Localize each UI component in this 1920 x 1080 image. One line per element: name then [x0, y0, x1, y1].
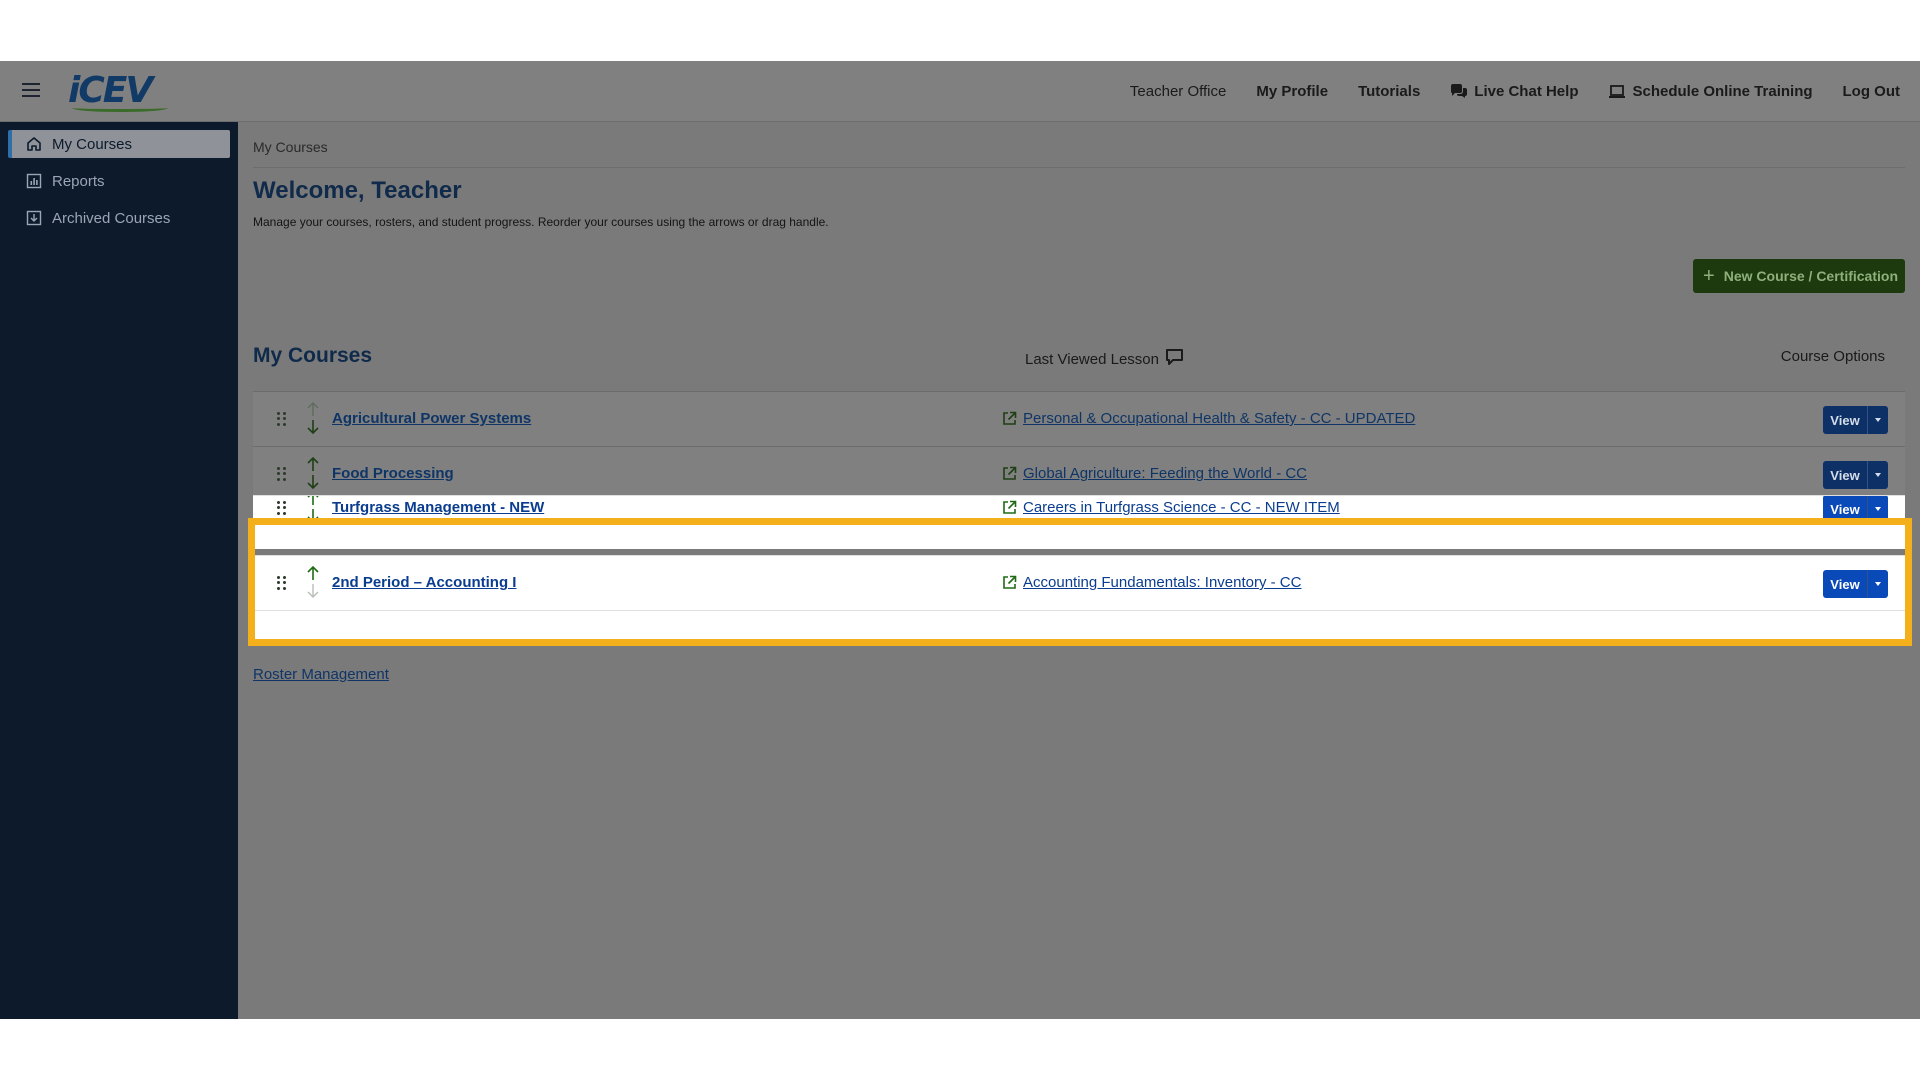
table-row: 2nd Period – Accounting I Accounting Fun… — [253, 555, 1905, 610]
course-options-header: Course Options — [1780, 348, 1885, 365]
nav-label: Live Chat Help — [1474, 83, 1579, 100]
move-up-arrow-icon[interactable] — [306, 401, 320, 417]
nav-label: My Profile — [1256, 83, 1329, 100]
lesson-label: Personal & Occupational Health & Safety … — [1023, 410, 1416, 427]
page-description: Manage your courses, rosters, and studen… — [253, 215, 829, 229]
breadcrumb[interactable]: My Courses — [253, 139, 328, 155]
view-button-group: View — [1823, 461, 1888, 489]
view-button-group: View — [1823, 406, 1888, 434]
sidebar-item-reports[interactable]: Reports — [8, 167, 230, 195]
last-viewed-lesson-header: Last Viewed Lesson — [1025, 348, 1184, 370]
lesson-label: Careers in Turfgrass Science - CC - NEW … — [1023, 499, 1340, 516]
external-link-icon — [1002, 500, 1017, 515]
breadcrumb-divider — [253, 167, 1905, 168]
sidebar-item-my-courses[interactable]: My Courses — [8, 130, 230, 158]
view-button[interactable]: View — [1823, 461, 1867, 489]
app-window: iCEV Teacher Office My Profile Tutorials… — [0, 61, 1920, 1019]
lesson-label: Global Agriculture: Feeding the World - … — [1023, 465, 1308, 482]
new-course-button-label: New Course / Certification — [1723, 268, 1898, 284]
bar-chart-icon — [26, 173, 42, 189]
last-viewed-lesson-link[interactable]: Accounting Fundamentals: Inventory - CC — [1002, 574, 1301, 591]
nav-label: Log Out — [1842, 83, 1900, 100]
row-content: Turfgrass Management - NEW Careers in Tu… — [253, 496, 1905, 536]
external-link-icon — [1002, 411, 1017, 426]
external-link-icon — [1002, 575, 1017, 590]
move-down-arrow-icon[interactable] — [306, 474, 320, 490]
table-footer-row — [253, 610, 1905, 643]
move-up-arrow-icon[interactable] — [306, 496, 320, 506]
page-title: Welcome, Teacher — [253, 177, 462, 204]
sidebar-item-label: Reports — [52, 172, 105, 190]
sidebar-item-label: My Courses — [52, 135, 133, 153]
section-title: My Courses — [253, 344, 373, 367]
reorder-arrows — [306, 496, 320, 526]
table-row: Agricultural Power Systems Personal & Oc… — [253, 391, 1905, 446]
course-name-link[interactable]: Turfgrass Management - NEW — [332, 499, 544, 516]
nav-live-chat-help[interactable]: Live Chat Help — [1450, 83, 1578, 100]
nav-my-profile[interactable]: My Profile — [1256, 83, 1328, 100]
view-button[interactable]: View — [1823, 570, 1867, 598]
nav-teacher-office[interactable]: Teacher Office — [1130, 83, 1226, 100]
nav-log-out[interactable]: Log Out — [1843, 83, 1900, 100]
nav-label: Tutorials — [1358, 83, 1421, 100]
roster-management-link[interactable]: Roster Management — [253, 666, 389, 683]
course-name-link[interactable]: Agricultural Power Systems — [332, 410, 531, 427]
laptop-icon — [1608, 84, 1626, 99]
comment-icon — [1159, 348, 1184, 370]
reorder-arrows — [306, 456, 320, 492]
caret-down-icon — [1875, 582, 1881, 586]
sidebar: My Courses Reports Archived Courses — [0, 122, 238, 1019]
drag-handle-icon[interactable] — [277, 467, 287, 481]
lesson-label: Accounting Fundamentals: Inventory - CC — [1023, 574, 1302, 591]
archive-icon — [26, 210, 42, 226]
drag-handle-icon[interactable] — [277, 501, 287, 515]
move-up-arrow-icon[interactable] — [306, 565, 320, 581]
move-down-arrow-icon[interactable] — [306, 583, 320, 599]
plus-icon: + — [1703, 265, 1715, 287]
nav-label: Teacher Office — [1129, 83, 1227, 100]
top-nav: Teacher Office My Profile Tutorials Live… — [1130, 61, 1900, 122]
icev-logo[interactable]: iCEV — [68, 71, 178, 113]
move-down-arrow-icon[interactable] — [306, 419, 320, 435]
home-icon — [26, 136, 42, 152]
view-button[interactable]: View — [1823, 496, 1867, 523]
view-dropdown-toggle[interactable] — [1867, 406, 1888, 434]
reorder-arrows — [306, 565, 320, 601]
last-viewed-lesson-link[interactable]: Personal & Occupational Health & Safety … — [1002, 410, 1415, 427]
caret-down-icon — [1875, 507, 1881, 511]
view-dropdown-toggle[interactable] — [1867, 496, 1888, 523]
chat-bubbles-icon — [1450, 84, 1468, 99]
view-dropdown-toggle[interactable] — [1867, 461, 1888, 489]
hamburger-menu-icon[interactable] — [22, 83, 40, 97]
table-row: Food Processing Global Agriculture: Feed… — [253, 446, 1905, 501]
external-link-icon — [1002, 466, 1017, 481]
view-button-group: View — [1823, 570, 1888, 598]
sidebar-item-archived-courses[interactable]: Archived Courses — [8, 204, 230, 232]
view-button-group: View — [1823, 496, 1888, 523]
move-up-arrow-icon[interactable] — [306, 456, 320, 472]
top-bar: iCEV Teacher Office My Profile Tutorials… — [0, 61, 1920, 122]
last-viewed-lesson-link[interactable]: Global Agriculture: Feeding the World - … — [1002, 465, 1307, 482]
nav-schedule-online-training[interactable]: Schedule Online Training — [1608, 83, 1813, 100]
sidebar-item-label: Archived Courses — [52, 209, 171, 227]
drag-handle-icon[interactable] — [277, 576, 287, 590]
view-button[interactable]: View — [1823, 406, 1867, 434]
last-viewed-label: Last Viewed Lesson — [1025, 350, 1159, 368]
table-row: Turfgrass Management - NEW Careers in Tu… — [253, 495, 1905, 549]
course-name-link[interactable]: 2nd Period – Accounting I — [332, 574, 516, 591]
caret-down-icon — [1875, 473, 1881, 477]
course-name-link[interactable]: Food Processing — [332, 465, 454, 482]
new-course-certification-button[interactable]: + New Course / Certification — [1693, 259, 1905, 293]
last-viewed-lesson-link[interactable]: Careers in Turfgrass Science - CC - NEW … — [1002, 499, 1340, 516]
main-content: My Courses Welcome, Teacher Manage your … — [238, 122, 1920, 1019]
reorder-arrows — [306, 401, 320, 437]
drag-handle-icon[interactable] — [277, 412, 287, 426]
logo-swoosh — [72, 104, 168, 112]
nav-tutorials[interactable]: Tutorials — [1358, 83, 1420, 100]
view-dropdown-toggle[interactable] — [1867, 570, 1888, 598]
move-down-arrow-icon[interactable] — [306, 508, 320, 524]
caret-down-icon — [1875, 418, 1881, 422]
nav-label: Schedule Online Training — [1632, 83, 1813, 100]
